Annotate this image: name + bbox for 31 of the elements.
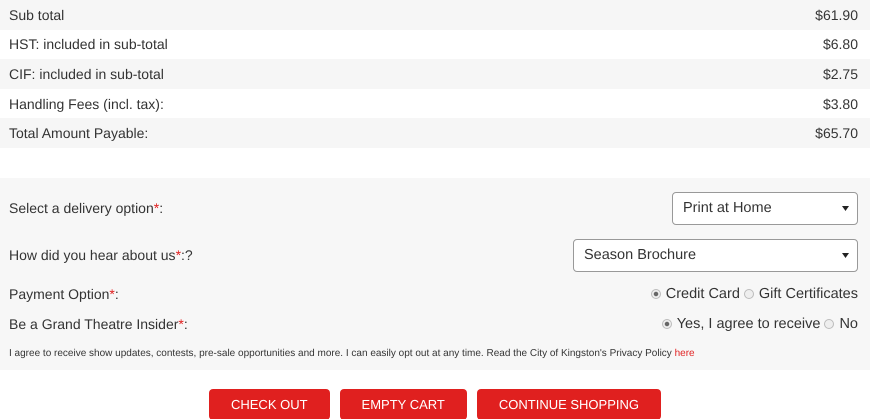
summary-amount: $65.70 [815, 125, 858, 142]
summary-amount: $6.80 [822, 36, 858, 52]
field-label: Select a delivery option*: [9, 200, 164, 216]
privacy-policy-link[interactable]: here [674, 348, 695, 359]
caret-icon [842, 252, 849, 258]
consent-text: I agree to receive show updates, contests, pre-sale opportunities and more. I can easily opt out at any time. Read the City of Kingston's Privacy Policy here [9, 346, 696, 361]
action-button[interactable]: CHECK OUT [208, 388, 330, 419]
summary-amount: $3.80 [822, 96, 858, 112]
radio-button[interactable] [662, 318, 672, 329]
field-label: Payment Option*: [9, 286, 119, 302]
radio-option[interactable]: Credit Card [650, 286, 740, 302]
action-button[interactable]: EMPTY CART [340, 388, 467, 419]
summary-amount: $2.75 [822, 66, 858, 82]
radio-button[interactable] [824, 318, 834, 329]
field-label: How did you hear about us*:? [9, 247, 193, 264]
radio-button[interactable] [650, 288, 661, 299]
summary-label: HST: included in sub-total [9, 36, 168, 52]
radio-option[interactable]: Yes, I agree to receive [662, 316, 820, 332]
summary-amount: $61.90 [815, 6, 858, 23]
summary-label: CIF: included in sub-total [9, 66, 164, 82]
summary-label: Total Amount Payable: [9, 125, 148, 142]
field-label: Be a Grand Theatre Insider*: [9, 316, 188, 332]
radio-option[interactable]: No [824, 316, 858, 332]
radio-option[interactable]: Gift Certificates [744, 286, 858, 302]
summary-label: Handling Fees (incl. tax): [9, 96, 164, 112]
radio-button[interactable] [744, 288, 754, 299]
action-button[interactable]: CONTINUE SHOPPING [476, 388, 661, 419]
dropdown-select[interactable]: Print at Home [672, 192, 858, 225]
caret-icon [842, 206, 849, 211]
dropdown-select[interactable]: Season Brochure [573, 238, 858, 272]
summary-label: Sub total [9, 6, 64, 23]
